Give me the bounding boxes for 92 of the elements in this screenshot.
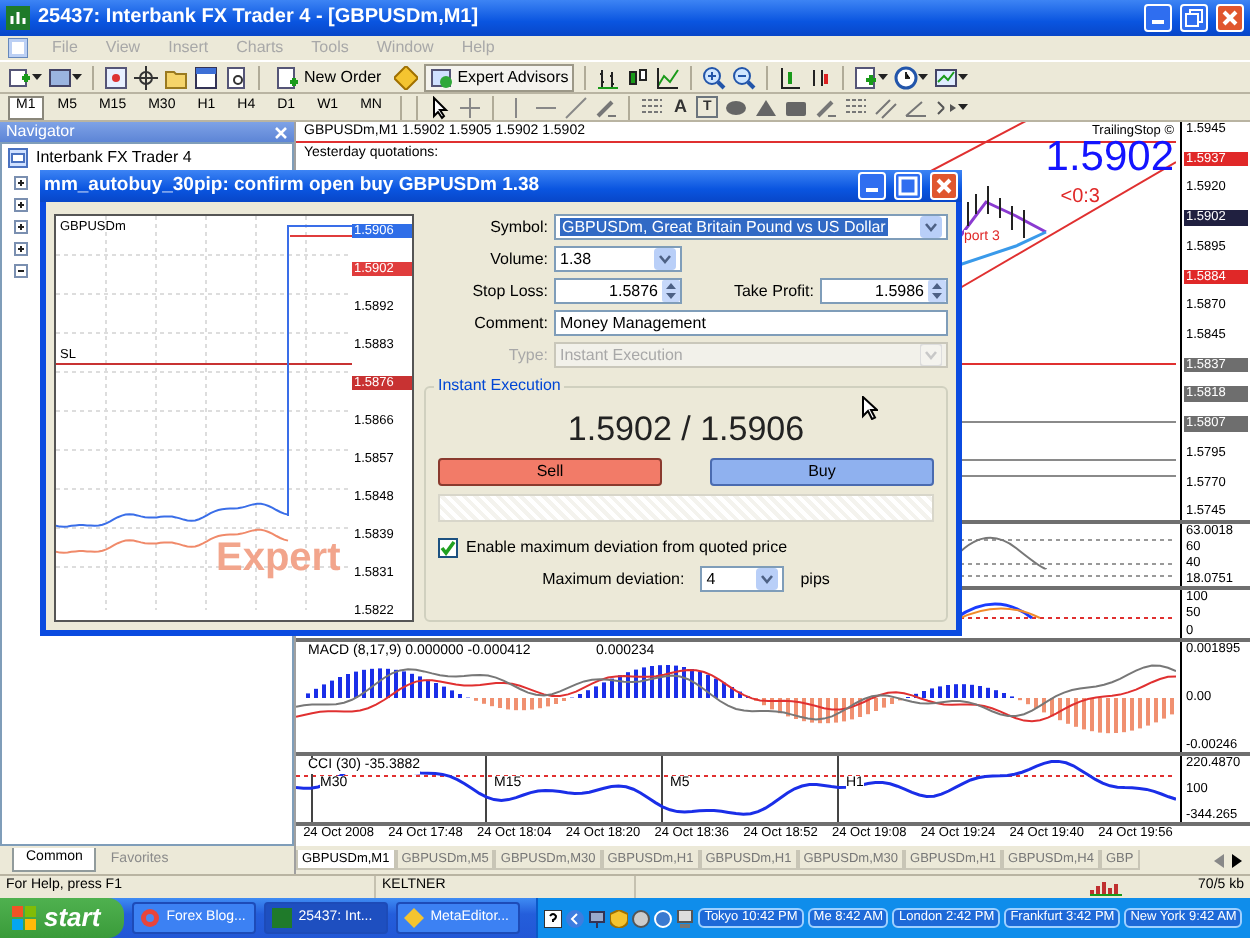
field-label: Maximum deviation:	[542, 569, 685, 588]
diamond-icon[interactable]	[393, 65, 418, 89]
caret-icon[interactable]	[957, 104, 968, 110]
spinner-icon[interactable]	[662, 280, 680, 302]
tree-item[interactable]: Interbank FX Trader 4	[36, 148, 192, 168]
dropdown-icon[interactable]	[654, 248, 676, 270]
signal-label: <0:3	[1060, 186, 1100, 209]
window-title: 25437: Interbank FX Trader 4 - [GBPUSDm,M1]	[38, 6, 479, 30]
terminal-icon	[8, 148, 28, 168]
comment-field[interactable]: Money Management	[554, 310, 948, 336]
expert-advisors-button[interactable]: Expert Advisors	[423, 63, 575, 91]
computer-icon[interactable]	[676, 909, 695, 927]
angle-icon[interactable]	[903, 95, 928, 119]
expand-icon[interactable]	[14, 176, 28, 190]
fibonacci-icon[interactable]	[639, 95, 664, 119]
caret-icon[interactable]	[72, 74, 82, 80]
window-icon[interactable]	[194, 65, 218, 89]
price-display: 1.5902	[1045, 136, 1174, 178]
field-label: Comment:	[472, 313, 548, 333]
pen-icon[interactable]	[593, 95, 618, 119]
new-order-icon[interactable]	[276, 65, 300, 89]
expert-label: Expert	[216, 536, 341, 582]
separator-line	[837, 756, 839, 822]
separator-line	[485, 756, 487, 822]
expand-icon[interactable]	[14, 220, 28, 234]
shield-icon[interactable]	[610, 909, 629, 927]
scroll-right-icon[interactable]	[1232, 853, 1242, 867]
caret-icon[interactable]	[32, 74, 42, 80]
field-label: Stop Loss:	[470, 281, 548, 301]
zoom-out-icon[interactable]	[732, 65, 757, 89]
panel-title: Navigator	[6, 122, 75, 142]
autoscroll-icon[interactable]	[808, 65, 833, 89]
field-label: Take Profit:	[731, 281, 814, 301]
sell-button[interactable]: Sell	[438, 457, 662, 486]
text-tool-button[interactable]: A	[669, 96, 691, 118]
collapse-icon[interactable]	[14, 264, 28, 278]
connection-icon	[1090, 879, 1122, 895]
trendline-icon[interactable]	[563, 95, 588, 119]
dialog-title: mm_autobuy_30pip: confirm open buy GBPUSDm 1.38	[44, 175, 540, 197]
selected-option: GBPUSDm, Great Britain Pound vs US Dollar	[560, 217, 888, 237]
stop-loss-field[interactable]: 1.5876	[554, 278, 682, 304]
new-chart-icon[interactable]	[8, 65, 32, 89]
symbol-dropdown[interactable]: GBPUSDm, Great Britain Pound vs US Dollar	[554, 214, 948, 240]
quote-price: 1.5902 / 1.5906	[567, 412, 805, 450]
ellipse-icon[interactable]	[723, 95, 748, 119]
profiles-icon[interactable]	[48, 65, 72, 89]
triangle-icon[interactable]	[753, 95, 778, 119]
expert-icon[interactable]	[429, 65, 454, 89]
spinner-icon[interactable]	[928, 280, 946, 302]
deviation-dropdown[interactable]: 4	[700, 565, 785, 592]
network-icon[interactable]	[588, 909, 607, 927]
caret-icon[interactable]	[958, 74, 969, 80]
line-chart-icon[interactable]	[656, 65, 681, 89]
unit-label: pips	[800, 569, 830, 588]
volume-dropdown[interactable]: 1.38	[554, 246, 682, 272]
cursor-icon[interactable]	[427, 95, 452, 119]
market-watch-icon[interactable]	[104, 65, 128, 89]
checkbox[interactable]	[438, 537, 458, 558]
zoom-in-icon[interactable]	[702, 65, 727, 89]
channel-icon[interactable]	[873, 95, 898, 119]
close-icon[interactable]	[274, 125, 288, 139]
new-order-button[interactable]: New Order	[270, 63, 388, 91]
buy-button[interactable]: Buy	[710, 457, 934, 486]
candlestick-icon[interactable]	[626, 65, 651, 89]
dropdown-icon[interactable]	[920, 216, 942, 238]
template-icon[interactable]	[854, 65, 879, 89]
separator-line	[661, 756, 663, 822]
field-label: Symbol:	[488, 217, 548, 237]
arrows-icon[interactable]	[933, 95, 958, 119]
group-title: Instant Execution	[434, 376, 565, 395]
chart-shift-icon[interactable]	[778, 65, 803, 89]
dropdown-icon[interactable]	[756, 567, 779, 590]
field-label: Type:	[506, 345, 548, 365]
take-profit-field[interactable]: 1.5986	[820, 278, 948, 304]
clock-icon[interactable]	[894, 65, 919, 89]
field-label: Volume:	[488, 249, 548, 269]
checkbox-label[interactable]: Enable maximum deviation from quoted price	[466, 538, 788, 557]
ask-line	[289, 235, 352, 237]
caret-icon[interactable]	[878, 74, 889, 80]
chart-options-icon[interactable]	[934, 65, 959, 89]
expand-icon[interactable]	[14, 198, 28, 212]
document-icon[interactable]	[224, 65, 248, 89]
pen-icon[interactable]	[813, 95, 838, 119]
bar-chart-icon[interactable]	[596, 65, 621, 89]
caret-icon[interactable]	[918, 74, 929, 80]
expand-icon[interactable]	[14, 242, 28, 256]
candlesticks	[967, 185, 1025, 239]
help-icon[interactable]	[544, 909, 563, 927]
app-icon	[6, 6, 30, 30]
crosshair-icon[interactable]	[134, 65, 158, 89]
cursor-icon	[862, 396, 878, 420]
fibonacci-icon[interactable]	[843, 95, 868, 119]
